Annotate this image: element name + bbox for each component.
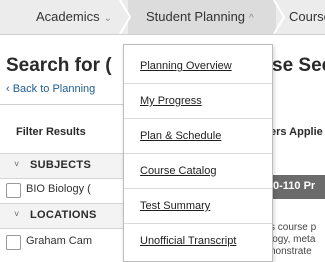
tab-course[interactable]: Course (289, 0, 325, 34)
menu-item-plan-schedule[interactable]: Plan & Schedule (124, 119, 272, 154)
course-desc-line: nonstrate (270, 246, 312, 257)
checkbox[interactable] (6, 235, 21, 250)
menu-item-test-summary[interactable]: Test Summary (124, 189, 272, 224)
menu-item-link[interactable]: Course Catalog (140, 165, 216, 177)
top-navigation: Academics⌄ Student Planning^ Course (0, 0, 325, 35)
back-to-planning-link[interactable]: ‹ Back to Planning (6, 83, 95, 95)
menu-item-planning-overview[interactable]: Planning Overview (124, 49, 272, 84)
chevron-down-icon: ⌄ (103, 13, 112, 24)
course-desc-line: s course p (270, 222, 317, 233)
tab-academics-label: Academics (36, 9, 100, 24)
filter-results-title: Filter Results (16, 126, 86, 138)
student-planning-dropdown-menu: Planning Overview My Progress Plan & Sch… (123, 44, 273, 262)
course-result-description: s course p logy, meta nonstrate (270, 222, 316, 258)
page-title: Search for ( (6, 55, 112, 76)
breadcrumb-separator-icon (273, 0, 286, 34)
menu-item-link[interactable]: Unofficial Transcript (140, 235, 236, 247)
chevron-down-icon: ˅ (14, 159, 20, 169)
menu-item-my-progress[interactable]: My Progress (124, 84, 272, 119)
filter-option-label: Graham Cam (26, 235, 93, 247)
filter-option-graham-campus[interactable]: Graham Cam (0, 230, 125, 254)
menu-item-link[interactable]: Planning Overview (140, 60, 232, 72)
tab-student-planning-label: Student Planning (146, 9, 246, 24)
filter-section-subjects[interactable]: ˅ SUBJECTS (0, 153, 125, 179)
tab-academics[interactable]: Academics ⌄ (36, 0, 112, 34)
page-title-continued: se Sect (272, 55, 325, 76)
menu-item-unofficial-transcript[interactable]: Unofficial Transcript (124, 224, 272, 259)
filter-option-label: BIO Biology ( (26, 183, 91, 195)
chevron-up-icon: ^ (249, 13, 254, 24)
tab-course-label: Course (289, 9, 325, 24)
course-result-title: 0-110 Pr (273, 180, 316, 192)
menu-item-link[interactable]: My Progress (140, 95, 202, 107)
tab-student-planning[interactable]: Student Planning ^ (146, 0, 254, 34)
menu-item-link[interactable]: Test Summary (140, 200, 210, 212)
chevron-down-icon: ˅ (14, 209, 20, 219)
filters-applied-label: ers Applie (270, 126, 323, 138)
menu-item-course-catalog[interactable]: Course Catalog (124, 154, 272, 189)
course-result-header[interactable]: 0-110 Pr (270, 175, 325, 199)
menu-item-link[interactable]: Plan & Schedule (140, 130, 221, 142)
filter-section-label: SUBJECTS (30, 159, 92, 171)
breadcrumb-separator-icon (119, 0, 132, 34)
checkbox[interactable] (6, 183, 21, 198)
course-desc-line: logy, meta (270, 234, 316, 245)
filter-option-biology[interactable]: BIO Biology ( (0, 178, 125, 202)
filter-section-label: LOCATIONS (30, 209, 97, 221)
filter-section-locations[interactable]: ˅ LOCATIONS (0, 203, 125, 229)
